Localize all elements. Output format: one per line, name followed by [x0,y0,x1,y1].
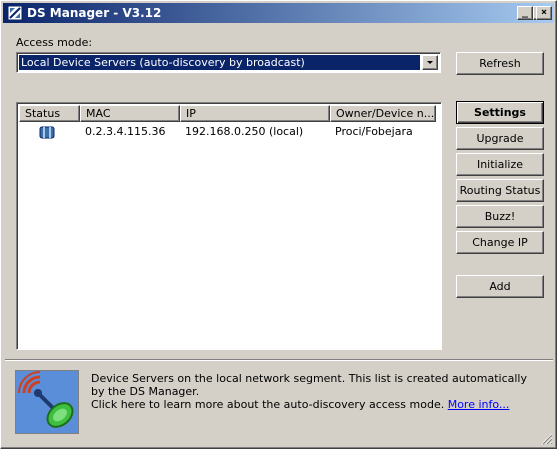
info-description: Device Servers on the local network segm… [91,372,527,398]
add-button[interactable]: Add [456,275,544,298]
access-mode-selected[interactable]: Local Device Servers (auto-discovery by … [19,55,420,70]
buzz-button[interactable]: Buzz! [456,205,544,228]
routing-status-button[interactable]: Routing Status [456,179,544,202]
close-button[interactable]: × [536,6,552,20]
device-list[interactable]: Status MAC IP Owner/Device n... 0.2.3.4.… [16,102,442,350]
initialize-button[interactable]: Initialize [456,153,544,176]
more-info-link[interactable]: More info... [448,398,510,411]
change-ip-button[interactable]: Change IP [456,231,544,254]
title-bar[interactable]: DS Manager - V3.12 _ □ [3,3,554,23]
device-ip: 192.168.0.250 (local) [185,125,304,138]
window-title: DS Manager - V3.12 [27,6,162,20]
separator [5,359,553,361]
refresh-button[interactable]: Refresh [456,52,544,75]
resize-grip-icon[interactable] [541,433,553,445]
chevron-down-icon[interactable] [422,55,438,70]
settings-button[interactable]: Settings [456,101,544,124]
access-mode-label: Access mode: [16,36,93,49]
upgrade-button[interactable]: Upgrade [456,127,544,150]
column-status[interactable]: Status [19,105,80,122]
device-list-header: Status MAC IP Owner/Device n... [19,105,439,122]
device-mac: 0.2.3.4.115.36 [85,125,166,138]
device-server-icon [39,126,55,139]
access-mode-dropdown[interactable]: Local Device Servers (auto-discovery by … [16,52,441,73]
app-logo-icon [7,5,23,21]
satellite-dish-icon [16,371,78,433]
device-owner: Proci/Fobejara [335,125,413,138]
minimize-button[interactable]: _ [517,6,533,20]
column-owner-device-name[interactable]: Owner/Device n... [330,105,436,122]
column-mac[interactable]: MAC [80,105,180,122]
network-antenna-icon[interactable] [15,370,79,434]
info-text[interactable]: Device Servers on the local network segm… [91,372,531,411]
info-learn-more: Click here to learn more about the auto-… [91,398,531,411]
column-ip[interactable]: IP [180,105,330,122]
app-window: DS Manager - V3.12 _ □ × Access mode: Lo… [0,0,557,449]
table-row[interactable]: 0.2.3.4.115.36 192.168.0.250 (local) Pro… [19,124,439,141]
info-learn-more-text: Click here to learn more about the auto-… [91,398,445,411]
